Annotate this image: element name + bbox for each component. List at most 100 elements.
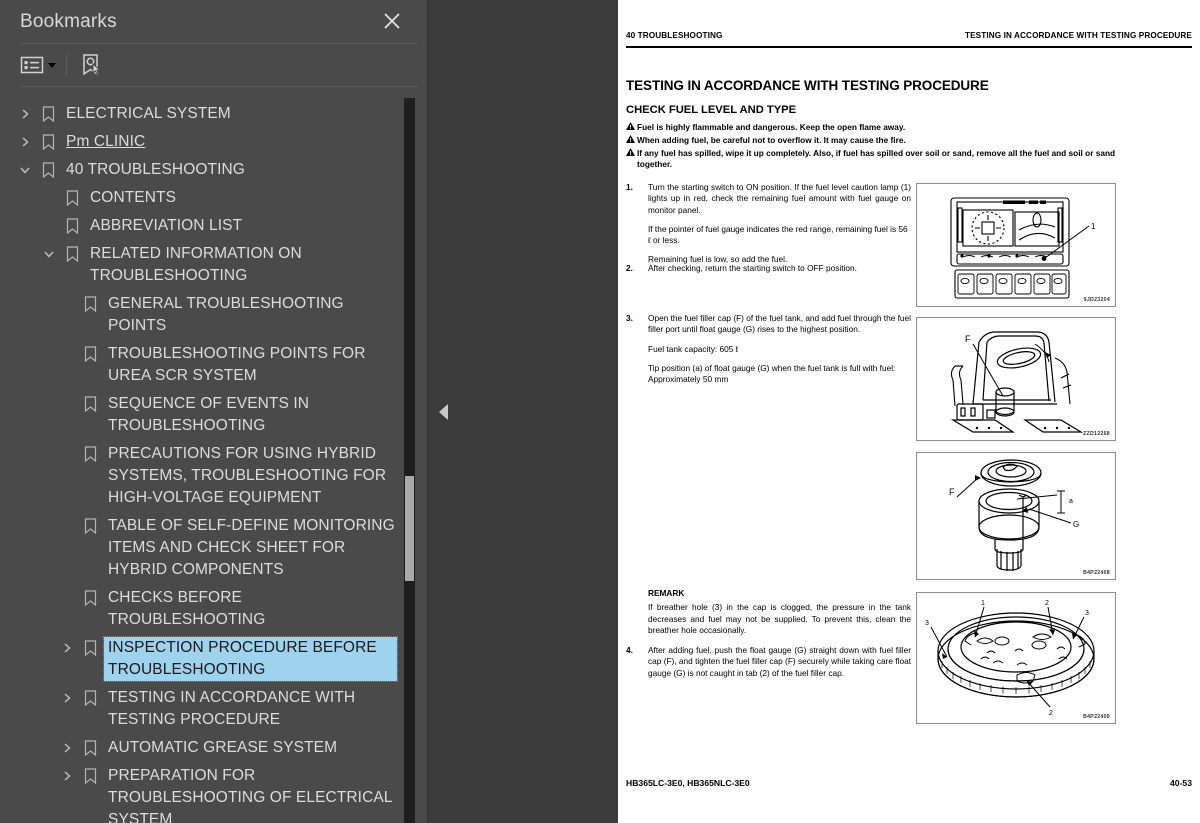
bookmark-item[interactable]: TROUBLESHOOTING POINTS FOR UREA SCR SYST…	[0, 340, 427, 390]
bookmarks-panel: Bookmarks ELECTRICAL SYSTEM Pm CLINIC 40…	[0, 0, 428, 823]
bookmark-item[interactable]: CHECKS BEFORE TROUBLESHOOTING	[0, 584, 427, 634]
step-paragraph: Fuel tank capacity: 605 ℓ	[648, 343, 739, 354]
bookmark-label: Pm CLINIC	[66, 133, 146, 150]
bookmark-icon	[60, 187, 84, 209]
bookmark-item[interactable]: PRECAUTIONS FOR USING HYBRID SYSTEMS, TR…	[0, 440, 427, 512]
footer-model: HB365LC-3E0, HB365NLC-3E0	[626, 778, 750, 788]
bookmarks-scrollbar[interactable]	[404, 98, 415, 823]
bookmark-label: ELECTRICAL SYSTEM	[66, 105, 231, 122]
bookmark-item[interactable]: GENERAL TROUBLESHOOTING POINTS	[0, 290, 427, 340]
step-body: Open the fuel filler cap (F) of the fuel…	[648, 313, 911, 385]
bookmark-item[interactable]: ABBREVIATION LIST	[0, 212, 427, 240]
bookmark-icon	[78, 737, 102, 759]
document-viewport[interactable]: 40 TROUBLESHOOTING TESTING IN ACCORDANCE…	[618, 0, 1200, 823]
close-icon[interactable]	[379, 8, 405, 34]
step-paragraph: Tip position (a) of float gauge (G) when…	[648, 362, 896, 385]
bookmark-item[interactable]: CONTENTS	[0, 184, 427, 212]
bookmark-tree[interactable]: ELECTRICAL SYSTEM Pm CLINIC 40 TROUBLESHOO…	[0, 95, 427, 823]
chevron-down-icon[interactable]	[46, 50, 58, 80]
bookmark-label: AUTOMATIC GREASE SYSTEM	[108, 739, 338, 756]
warning-list: Fuel is highly flammable and dangerous. …	[626, 122, 1126, 172]
document-page: 40 TROUBLESHOOTING TESTING IN ACCORDANCE…	[618, 0, 1200, 823]
panel-gutter	[428, 0, 618, 823]
bookmark-icon	[36, 159, 60, 181]
bookmark-label: RELATED INFORMATION ON TROUBLESHOOTING	[90, 245, 302, 284]
bookmark-icon	[60, 243, 84, 265]
step-body: After adding fuel, push the float gauge …	[648, 645, 911, 679]
running-header-right: TESTING IN ACCORDANCE WITH TESTING PROCE…	[965, 31, 1192, 40]
bookmark-item[interactable]: Pm CLINIC	[0, 128, 427, 156]
step-paragraph: Open the fuel filler cap (F) of the fuel…	[648, 313, 911, 335]
bookmarks-toolbar	[0, 43, 427, 87]
chevron-right-icon[interactable]	[56, 637, 78, 659]
step-number: 3.	[626, 313, 633, 323]
bookmark-label: PRECAUTIONS FOR USING HYBRID SYSTEMS, TR…	[108, 445, 387, 506]
toolbar-divider	[66, 54, 67, 76]
new-bookmark-icon[interactable]	[79, 50, 103, 80]
chevron-right-icon[interactable]	[56, 687, 78, 709]
svg-text:2: 2	[1045, 600, 1049, 607]
step-2: 2. After checking, return the starting sw…	[626, 263, 911, 274]
bookmark-label: 40 TROUBLESHOOTING	[66, 161, 245, 178]
chevron-down-icon[interactable]	[14, 159, 36, 181]
svg-text:G: G	[1073, 520, 1079, 529]
bookmark-item[interactable]: RELATED INFORMATION ON TROUBLESHOOTING	[0, 240, 427, 290]
warning-row: If any fuel has spilled, wipe it up comp…	[626, 147, 1126, 171]
remark-title: REMARK	[648, 588, 685, 598]
bookmark-icon	[60, 215, 84, 237]
step-number: 2.	[626, 263, 633, 273]
collapse-left-icon[interactable]	[432, 0, 454, 823]
step-3: 3. Open the fuel filler cap (F) of the fu…	[626, 313, 911, 385]
step-paragraph: After checking, return the starting swit…	[648, 263, 857, 273]
svg-text:3: 3	[1085, 610, 1089, 617]
bookmark-item[interactable]: 40 TROUBLESHOOTING	[0, 156, 427, 184]
bookmark-icon	[78, 343, 102, 365]
bookmark-label: TABLE OF SELF-DEFINE MONITORING ITEMS AN…	[108, 517, 395, 578]
page-footer: HB365LC-3E0, HB365NLC-3E0 40-53	[626, 778, 1192, 788]
warning-text: When adding fuel, be careful not to over…	[637, 134, 906, 145]
chevron-right-icon[interactable]	[56, 737, 78, 759]
page-title: TESTING IN ACCORDANCE WITH TESTING PROCE…	[626, 78, 989, 93]
bookmark-item[interactable]: AUTOMATIC GREASE SYSTEM	[0, 734, 427, 762]
bookmark-icon	[78, 393, 102, 415]
step-1: 1. Turn the starting switch to ON positio…	[626, 182, 911, 266]
step-4: 4. After adding fuel, push the float gaug…	[626, 645, 911, 679]
warning-triangle-icon	[626, 134, 637, 143]
bookmark-item[interactable]: TABLE OF SELF-DEFINE MONITORING ITEMS AN…	[0, 512, 427, 584]
pdf-viewer-window: Bookmarks ELECTRICAL SYSTEM Pm CLINIC 40…	[0, 0, 1200, 823]
running-header-left: 40 TROUBLESHOOTING	[626, 31, 723, 40]
page-subtitle: CHECK FUEL LEVEL AND TYPE	[626, 104, 797, 116]
step-paragraph: If the pointer of fuel gauge indicates t…	[648, 223, 908, 246]
warning-triangle-icon	[626, 122, 637, 130]
bookmark-label: PREPARATION FOR TROUBLESHOOTING OF ELECT…	[108, 767, 392, 823]
warning-row: Fuel is highly flammable and dangerous. …	[626, 122, 1126, 133]
svg-text:a: a	[1069, 498, 1073, 505]
page-running-header: 40 TROUBLESHOOTING TESTING IN ACCORDANCE…	[626, 31, 1192, 40]
chevron-down-icon[interactable]	[38, 243, 60, 265]
bookmark-icon	[78, 293, 102, 315]
figure-code: B4P22409	[1083, 714, 1110, 720]
scrollbar-thumb[interactable]	[405, 476, 414, 581]
bookmark-icon	[36, 131, 60, 153]
bookmarks-header: Bookmarks	[0, 0, 427, 44]
header-rule	[626, 46, 1192, 48]
chevron-right-icon[interactable]	[14, 103, 36, 125]
chevron-right-icon[interactable]	[14, 131, 36, 153]
bookmark-item[interactable]: INSPECTION PROCEDURE BEFORE TROUBLESHOOT…	[0, 634, 427, 684]
bookmark-item[interactable]: PREPARATION FOR TROUBLESHOOTING OF ELECT…	[0, 762, 427, 823]
chevron-right-icon[interactable]	[56, 765, 78, 787]
bookmark-label: SEQUENCE OF EVENTS IN TROUBLESHOOTING	[108, 395, 310, 434]
bookmark-icon	[36, 103, 60, 125]
monitor-panel-figure: 1 9JD23204	[916, 183, 1116, 307]
bookmark-item[interactable]: SEQUENCE OF EVENTS IN TROUBLESHOOTING	[0, 390, 427, 440]
bookmark-icon	[78, 637, 102, 659]
figure-code: 9JD23204	[1083, 297, 1110, 303]
warning-row: When adding fuel, be careful not to over…	[626, 134, 1126, 146]
list-options-icon[interactable]	[20, 50, 46, 80]
bookmark-item[interactable]: TESTING IN ACCORDANCE WITH TESTING PROCE…	[0, 684, 427, 734]
footer-page-number: 40-53	[1170, 778, 1192, 788]
bookmark-item[interactable]: ELECTRICAL SYSTEM	[0, 100, 427, 128]
panel-title: Bookmarks	[20, 10, 117, 32]
bookmark-label: GENERAL TROUBLESHOOTING POINTS	[108, 295, 344, 334]
bookmark-icon	[78, 687, 102, 709]
